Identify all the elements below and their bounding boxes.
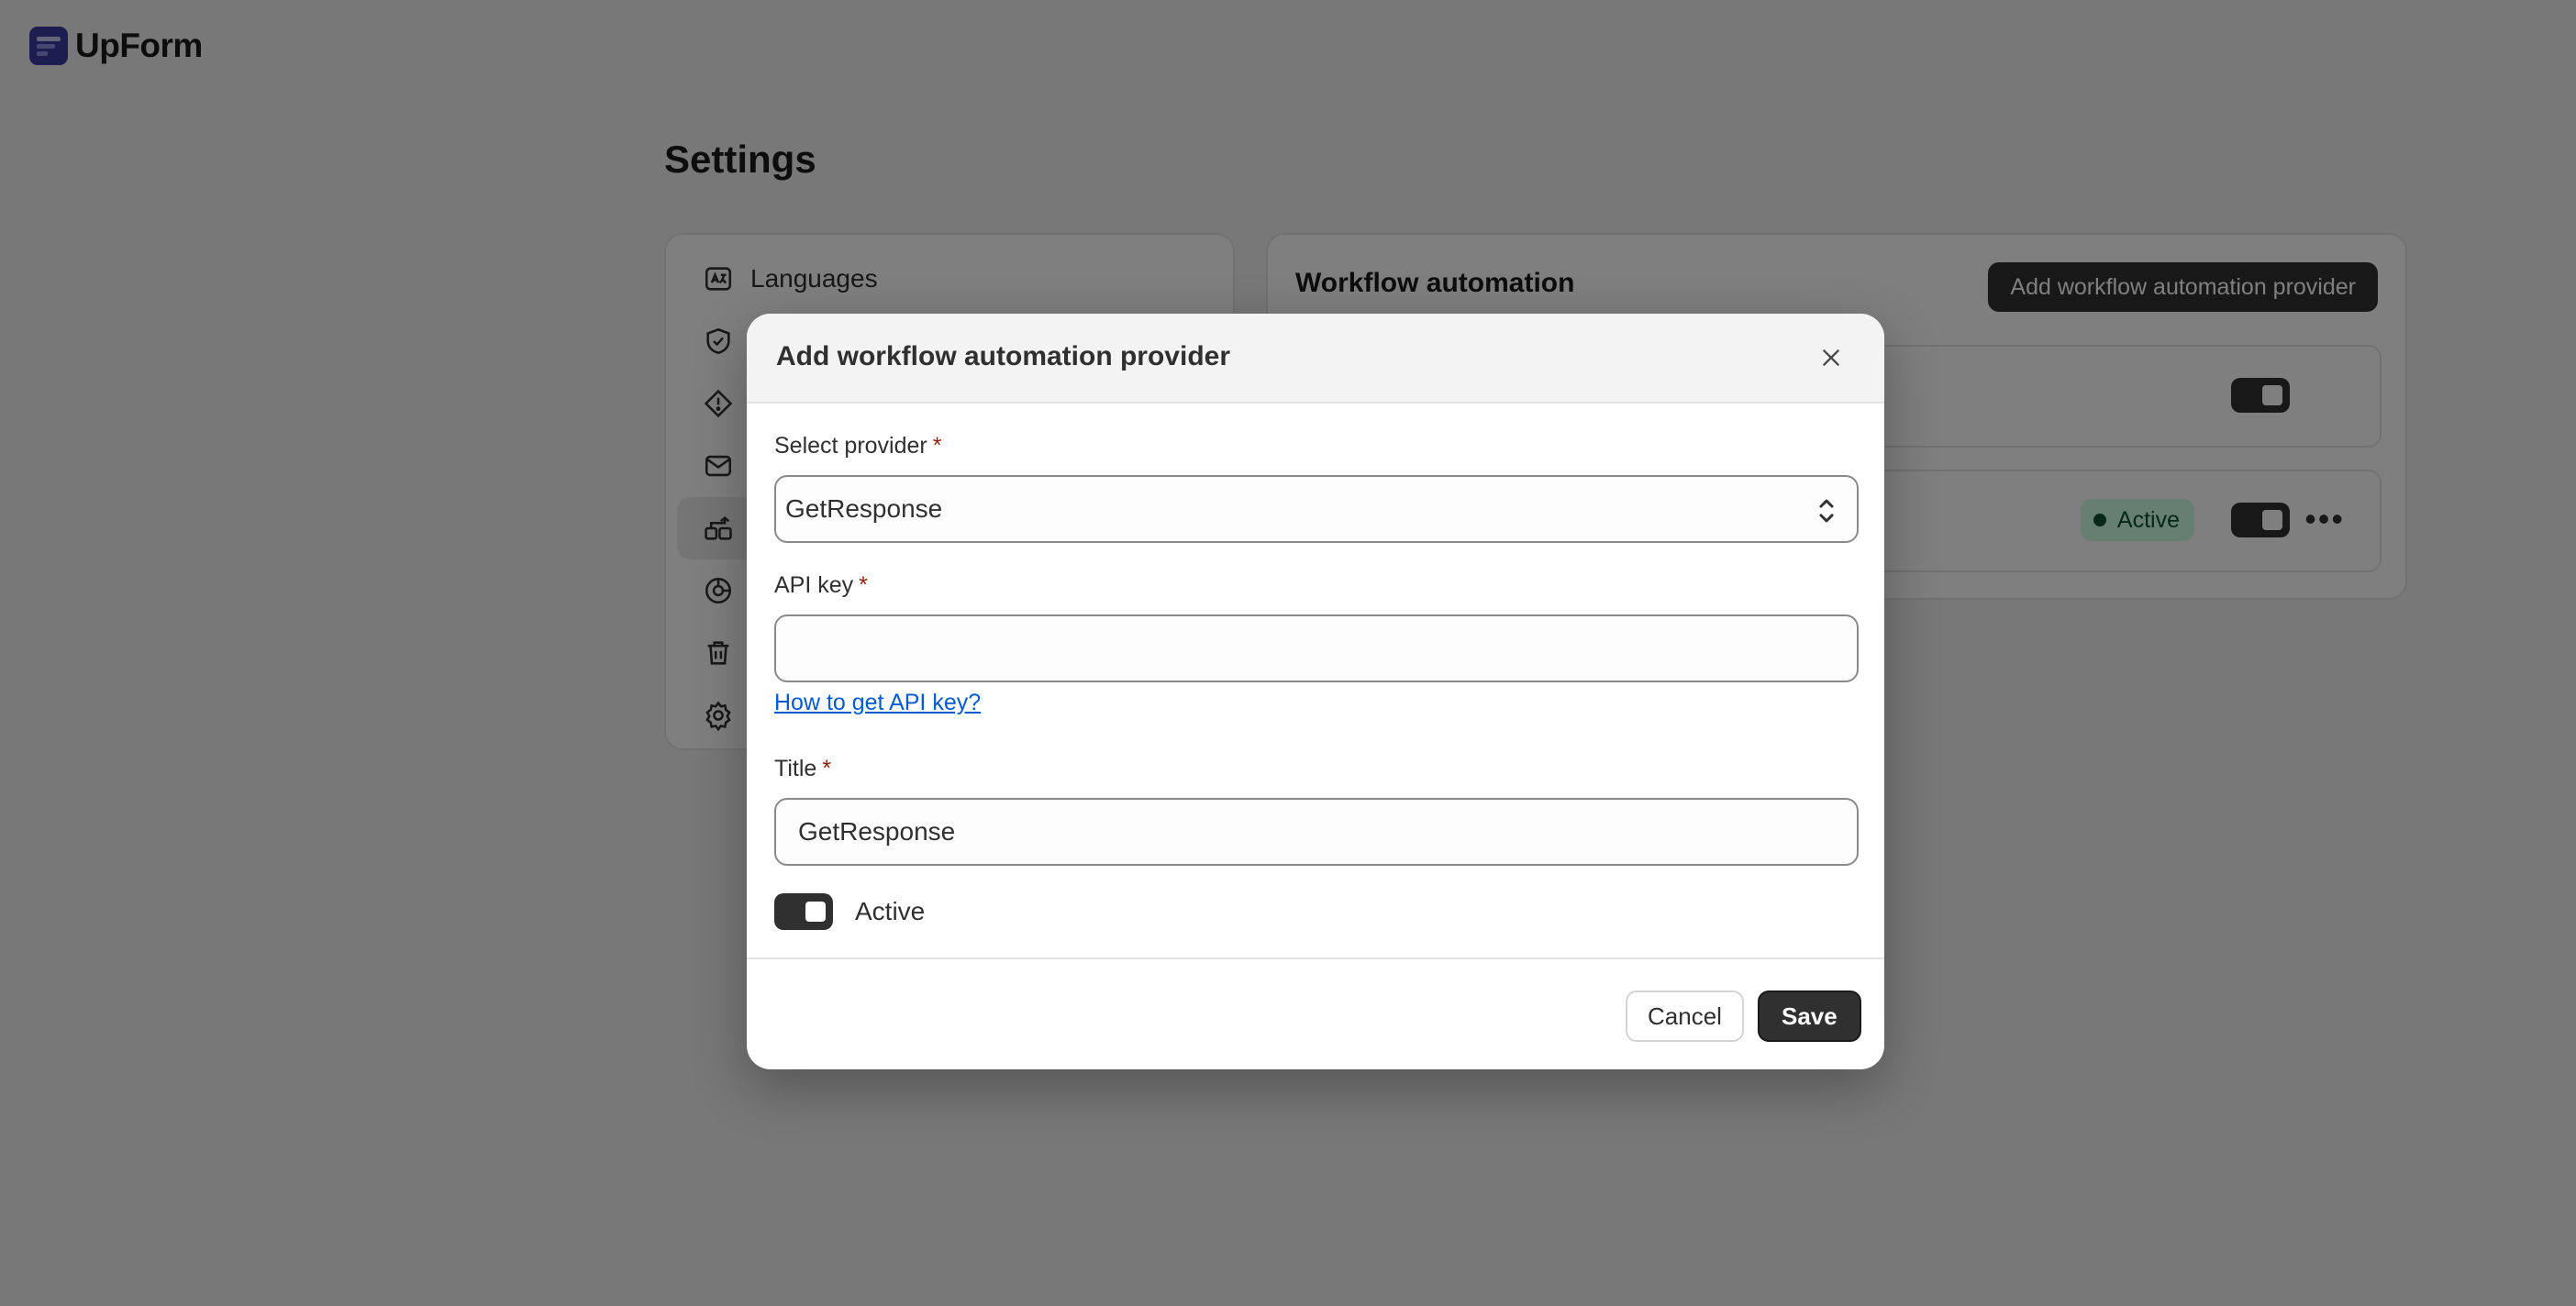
required-mark: * [932,433,942,459]
active-toggle[interactable] [774,893,833,930]
title-label: Title * [774,756,832,781]
dialog-header: Add workflow automation provider [747,314,1884,404]
dialog-footer: Cancel Save [747,957,1884,1069]
api-key-label: API key * [774,572,868,598]
cancel-button[interactable]: Cancel [1626,991,1744,1042]
provider-select[interactable]: GetResponse [774,475,1859,543]
required-mark: * [822,756,832,781]
dialog-title: Add workflow automation provider [776,341,1231,371]
api-key-help-link[interactable]: How to get API key? [774,690,981,716]
required-mark: * [859,572,868,598]
add-provider-dialog: Add workflow automation provider Select … [747,314,1884,1069]
save-button[interactable]: Save [1758,991,1861,1042]
select-chevron-icon [1819,499,1834,523]
close-icon [1823,349,1839,366]
provider-label: Select provider * [774,433,942,459]
provider-select-value: GetResponse [785,494,943,523]
title-input[interactable] [774,798,1859,866]
close-button[interactable] [1815,341,1848,374]
active-toggle-label: Active [855,897,926,925]
api-key-input[interactable] [774,614,1859,682]
